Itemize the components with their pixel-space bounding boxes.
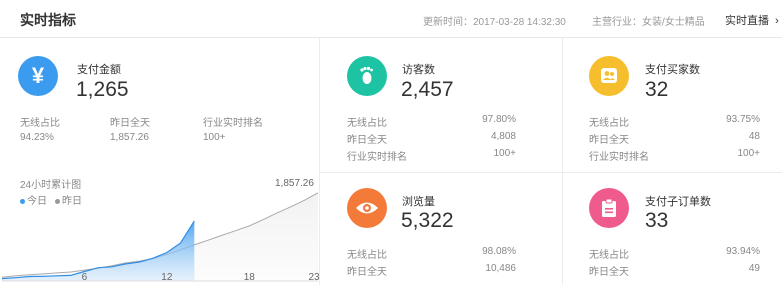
stat-value: 97.80% [482, 114, 516, 125]
metric-value: 5,322 [401, 209, 454, 232]
stat-value: 100+ [493, 148, 516, 159]
stat-label: 无线占比 [347, 250, 387, 261]
users-icon [589, 56, 629, 96]
live-link[interactable]: 实时直播 › [725, 12, 779, 28]
stat-value: 48 [748, 131, 760, 142]
stat-label: 无线占比 [589, 118, 629, 129]
divider [562, 38, 563, 285]
metric-label: 支付子订单数 [645, 196, 711, 208]
x-tick-label: 12 [161, 272, 173, 283]
stat-label: 行业实时排名 [347, 152, 407, 163]
stat-value: 100+ [737, 148, 760, 159]
eye-icon [347, 188, 387, 228]
metric-value: 33 [645, 209, 669, 232]
industry-text: 主营行业：女装/女士精品 [592, 17, 705, 28]
stat-label: 无线占比 [347, 118, 387, 129]
stat-label: 昨日全天 [347, 135, 387, 146]
stat-label: 昨日全天 [347, 267, 387, 278]
metric-label: 访客数 [402, 64, 435, 76]
update-time: 更新时间：2017-03-28 14:32:30 [423, 17, 566, 28]
stat-value: 4,808 [490, 131, 516, 142]
stat-label: 昨日全天 [589, 135, 629, 146]
x-tick-label: 6 [82, 272, 88, 283]
stat-value: 93.94% [726, 246, 760, 257]
x-tick-label: 23 [308, 272, 320, 283]
metric-value: 2,457 [401, 78, 454, 101]
stat-value: 10,486 [485, 263, 516, 274]
stat-value: 49 [748, 263, 760, 274]
chart-area: 6 12 18 23 [1, 192, 320, 283]
x-tick-label: 18 [244, 272, 256, 283]
stat-value: 98.08% [482, 246, 516, 257]
metric-value: 32 [645, 78, 669, 101]
live-link-label: 实时直播 [725, 15, 769, 27]
stat-label: 无线占比 [589, 250, 629, 261]
chevron-right-icon: › [775, 15, 779, 27]
stat-label: 昨日全天 [589, 267, 629, 278]
metric-label: 支付买家数 [645, 64, 700, 76]
metric-label: 浏览量 [402, 196, 435, 208]
footprint-icon [347, 56, 387, 96]
clipboard-icon [589, 188, 629, 228]
divider [320, 172, 782, 173]
stat-value: 93.75% [726, 114, 760, 125]
stat-label: 行业实时排名 [589, 152, 649, 163]
